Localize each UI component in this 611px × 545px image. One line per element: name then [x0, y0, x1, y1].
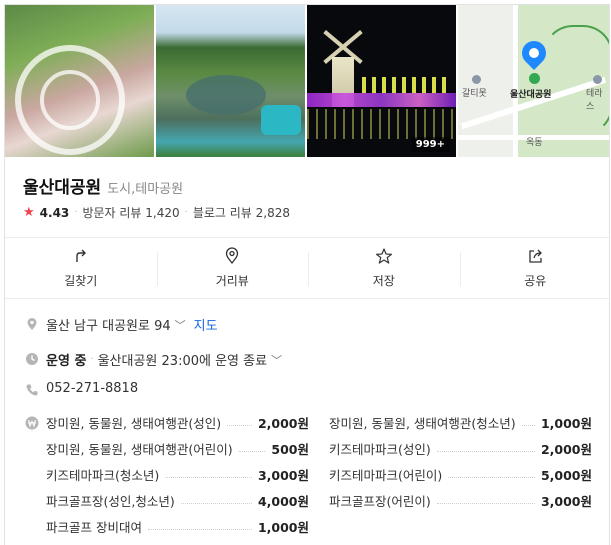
status-text: 운영 중	[46, 354, 87, 369]
price-item: 파크골프 장비대여 1,000원	[46, 517, 309, 536]
location-icon	[27, 318, 37, 330]
purple-lights	[307, 93, 456, 107]
map-label-okdong: 옥동	[526, 138, 543, 148]
price-item: 키즈테마파크(성인) 2,000원	[329, 439, 592, 458]
price-label: 장미원, 동물원, 생태여행관(성인)	[46, 416, 222, 431]
separator-dot: ·	[74, 207, 78, 218]
street-view-icon	[223, 247, 241, 265]
address-text: 울산 남구 대공원로 94	[46, 319, 171, 334]
price-item: 장미원, 동물원, 생태여행관(어린이) 500원	[46, 439, 309, 458]
share-icon	[526, 247, 544, 265]
price-label: 장미원, 동물원, 생태여행관(청소년)	[329, 416, 516, 431]
price-item: 파크골프장(어린이) 3,000원	[329, 491, 592, 510]
price-value: 3,000원	[540, 494, 592, 509]
price-label: 파크골프 장비대여	[46, 520, 142, 535]
clock-icon	[26, 353, 38, 365]
won-icon	[25, 416, 39, 430]
map-link[interactable]: 지도	[194, 315, 218, 334]
title-row: 울산대공원 도시,테마공원	[23, 173, 183, 198]
place-name: 울산대공원	[23, 178, 102, 198]
hours-row: 운영 중 · 울산대공원 23:00에 운영 종료 ﹀	[46, 350, 282, 370]
photo-strip: 999+ 갈티못 테라스 옥동 울산대공원	[5, 5, 609, 157]
price-value: 3,000원	[257, 468, 309, 483]
leader-dots	[180, 503, 252, 504]
lake	[186, 75, 266, 115]
share-label: 공유	[524, 274, 547, 288]
price-label: 키즈테마파크(어린이)	[329, 468, 443, 483]
map-pin-dot	[529, 48, 539, 58]
price-label: 파크골프장(성인,청소년)	[46, 494, 175, 509]
rating-row: ★ 4.43 · 방문자 리뷰 1,420 · 블로그 리뷰 2,828	[23, 204, 290, 221]
leader-dots	[165, 477, 252, 478]
phone-number[interactable]: 052-271-8818	[46, 381, 138, 396]
leader-dots	[521, 425, 535, 426]
lit-trees	[362, 77, 452, 93]
water-reflection	[307, 109, 456, 139]
price-value: 500원	[271, 442, 309, 457]
price-label: 키즈테마파크(청소년)	[46, 468, 160, 483]
poi-marker-icon	[593, 75, 602, 84]
rating-value: 4.43	[39, 205, 70, 220]
price-item: 장미원, 동물원, 생태여행관(청소년) 1,000원	[329, 413, 592, 432]
leader-dots	[147, 529, 252, 530]
chevron-down-icon[interactable]: ﹀	[175, 317, 186, 333]
photo-lake-view[interactable]	[156, 5, 305, 157]
star-icon	[375, 247, 393, 265]
save-label: 저장	[372, 274, 395, 288]
save-button[interactable]: 저장	[308, 238, 460, 298]
park-icon	[529, 73, 540, 84]
price-label: 파크골프장(어린이)	[329, 494, 431, 509]
street-view-label: 거리뷰	[215, 274, 249, 288]
price-value: 2,000원	[540, 442, 592, 457]
share-button[interactable]: 공유	[459, 238, 610, 298]
photo-night-windmill[interactable]: 999+	[307, 5, 456, 157]
price-label: 장미원, 동물원, 생태여행관(어린이)	[46, 442, 233, 457]
place-card: 999+ 갈티못 테라스 옥동 울산대공원 울산대공원 도시,테마공원 ★ 4.…	[4, 4, 610, 545]
map-label-galtimot: 갈티못	[462, 89, 487, 99]
price-value: 5,000원	[540, 468, 592, 483]
price-item: 장미원, 동물원, 생태여행관(성인) 2,000원	[46, 413, 309, 432]
price-label: 키즈테마파크(성인)	[329, 442, 431, 457]
leader-dots	[227, 425, 252, 426]
price-value: 2,000원	[257, 416, 309, 431]
street-view-button[interactable]: 거리뷰	[156, 238, 309, 298]
hours-text: 울산대공원 23:00에 운영 종료	[97, 354, 268, 369]
phone-row: 052-271-8818	[46, 381, 138, 396]
photo-aerial-garden[interactable]	[5, 5, 154, 157]
map-thumbnail[interactable]: 갈티못 테라스 옥동 울산대공원	[458, 5, 609, 157]
directions-label: 길찾기	[64, 274, 98, 288]
directions-icon	[72, 247, 90, 265]
price-item: 파크골프장(성인,청소년) 4,000원	[46, 491, 309, 510]
garden-ring-inner	[40, 70, 100, 130]
separator-dot: ·	[90, 354, 94, 365]
rating-star-icon: ★	[23, 205, 35, 220]
map-label-terrace: 테라스	[586, 89, 603, 112]
leader-dots	[436, 503, 535, 504]
leader-dots	[238, 451, 266, 452]
price-value: 1,000원	[540, 416, 592, 431]
price-item: 키즈테마파크(청소년) 3,000원	[46, 465, 309, 484]
map-pin-label: 울산대공원	[510, 90, 552, 100]
pool	[261, 105, 301, 135]
separator-dot: ·	[184, 207, 188, 218]
photo-count-badge[interactable]: 999+	[410, 137, 450, 152]
action-bar: 길찾기 거리뷰 저장 공유	[5, 237, 610, 299]
place-category: 도시,테마공원	[107, 182, 184, 197]
leader-dots	[436, 451, 535, 452]
chevron-down-icon[interactable]: ﹀	[271, 352, 282, 368]
blog-reviews-link[interactable]: 블로그 리뷰 2,828	[193, 204, 290, 221]
leader-dots	[448, 477, 535, 478]
price-value: 4,000원	[257, 494, 309, 509]
phone-icon	[26, 384, 38, 396]
address-row: 울산 남구 대공원로 94 ﹀ 지도	[46, 315, 218, 335]
price-item: 키즈테마파크(어린이) 5,000원	[329, 465, 592, 484]
directions-button[interactable]: 길찾기	[5, 238, 157, 298]
price-value: 1,000원	[257, 520, 309, 535]
visitor-reviews-link[interactable]: 방문자 리뷰 1,420	[82, 204, 179, 221]
poi-marker-icon	[472, 75, 481, 84]
